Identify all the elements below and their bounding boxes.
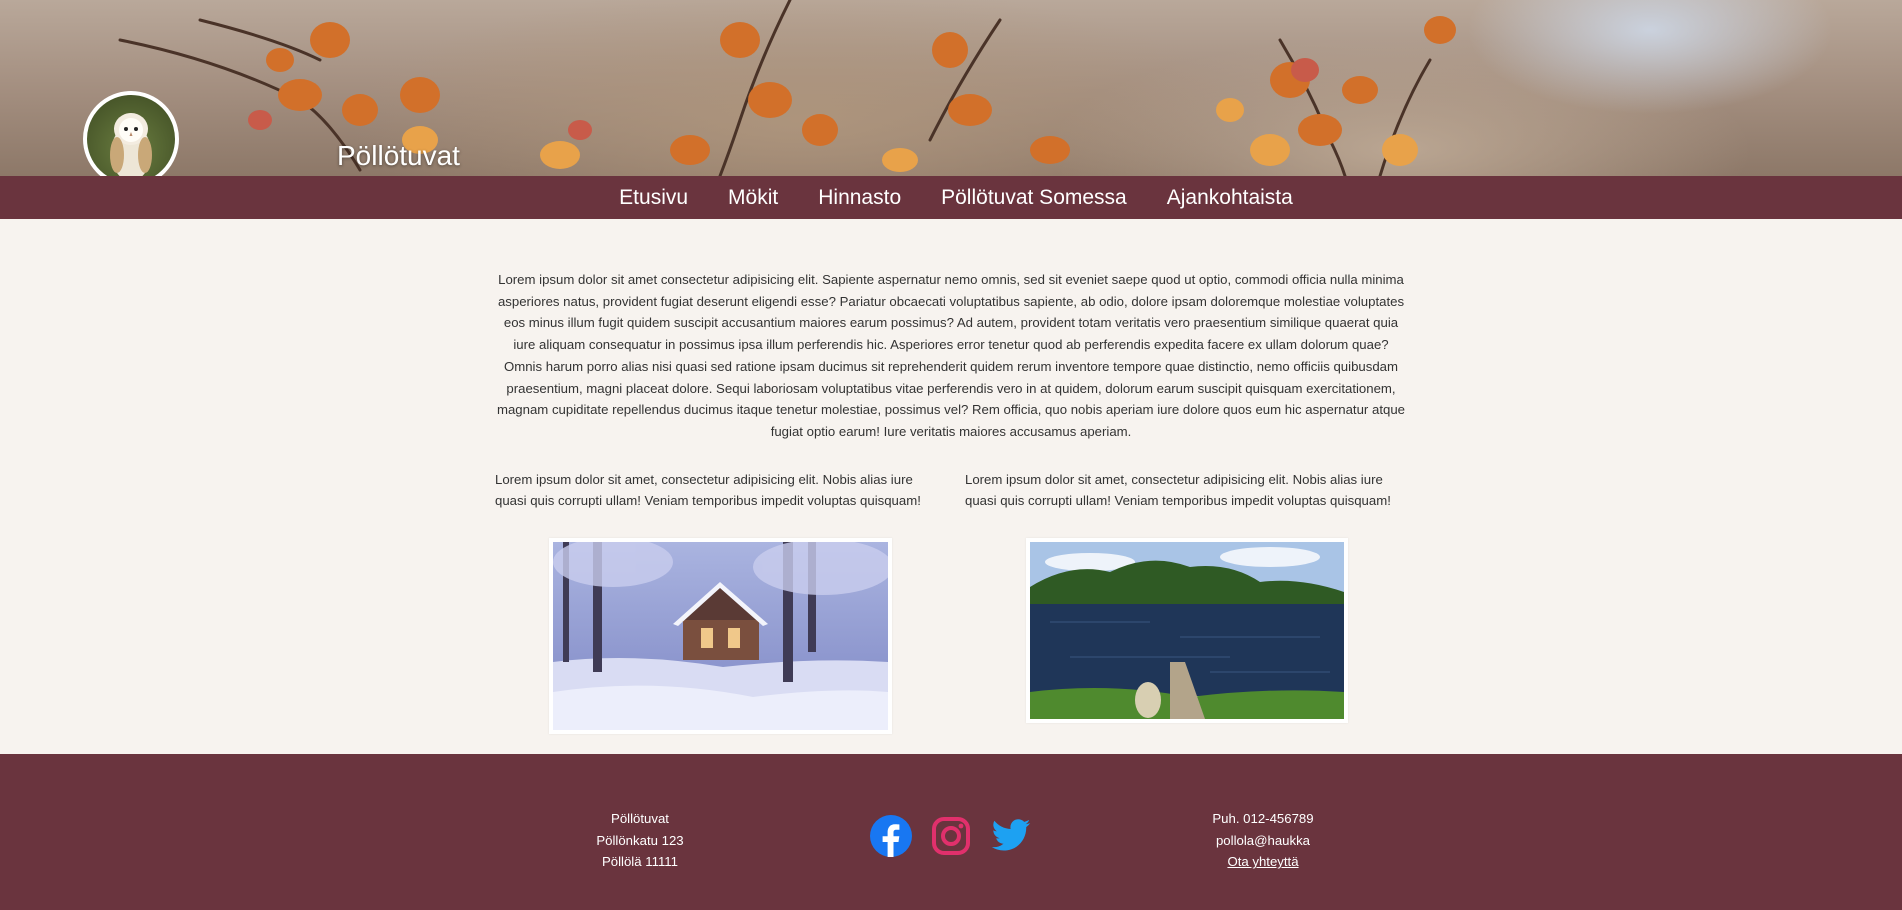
autumn-leaves-illustration <box>118 0 1456 176</box>
facebook-icon[interactable] <box>870 815 912 857</box>
owl-avatar <box>83 91 179 176</box>
column-right: Lorem ipsum dolor sit amet, consectetur … <box>965 469 1407 734</box>
columns: Lorem ipsum dolor sit amet, consectetur … <box>495 469 1407 735</box>
footer-city: Pöllölä 11111 <box>601 854 678 870</box>
footer-email: pollola@haukka <box>1215 832 1311 848</box>
footer-street: Pöllönkatu 123 <box>596 832 684 848</box>
social-links <box>870 815 1032 857</box>
footer-phone: Puh. 012-456789 <box>1212 811 1314 826</box>
footer-contact: Puh. 012-456789 pollola@haukka Ota yhtey… <box>1183 808 1343 873</box>
lake-image <box>1030 542 1344 720</box>
site-title: Pöllötuvat <box>337 140 460 171</box>
nav-item-mokit[interactable]: Mökit <box>708 176 798 219</box>
site-footer: Pöllötuvat Pöllönkatu 123 Pöllölä 11111 … <box>0 754 1902 910</box>
column-left-text: Lorem ipsum dolor sit amet, consectetur … <box>495 471 921 509</box>
hero-banner: Pöllötuvat <box>0 0 1902 176</box>
footer-company-name: Pöllötuvat <box>611 811 669 826</box>
main-nav: Etusivu Mökit Hinnasto Pöllötuvat Somess… <box>0 176 1902 219</box>
instagram-icon[interactable] <box>930 815 972 857</box>
nav-item-etusivu[interactable]: Etusivu <box>599 176 708 219</box>
twitter-icon[interactable] <box>990 815 1032 857</box>
winter-cabin-image <box>553 542 888 731</box>
nav-item-hinnasto[interactable]: Hinnasto <box>798 176 921 219</box>
contact-link[interactable]: Ota yhteyttä <box>1227 854 1298 869</box>
nav-item-ajankohtaista[interactable]: Ajankohtaista <box>1147 176 1313 219</box>
intro-text: Lorem ipsum dolor sit amet consectetur a… <box>496 272 1405 439</box>
main-content: Lorem ipsum dolor sit amet consectetur a… <box>495 219 1407 735</box>
lake-photo <box>1026 538 1348 724</box>
column-left: Lorem ipsum dolor sit amet, consectetur … <box>495 469 937 735</box>
footer-address: Pöllötuvat Pöllönkatu 123 Pöllölä 11111 <box>560 808 720 873</box>
column-right-text: Lorem ipsum dolor sit amet, consectetur … <box>965 471 1391 509</box>
winter-cabin-photo <box>549 538 892 735</box>
owl-icon <box>110 113 152 176</box>
nav-item-somessa[interactable]: Pöllötuvat Somessa <box>921 176 1147 219</box>
